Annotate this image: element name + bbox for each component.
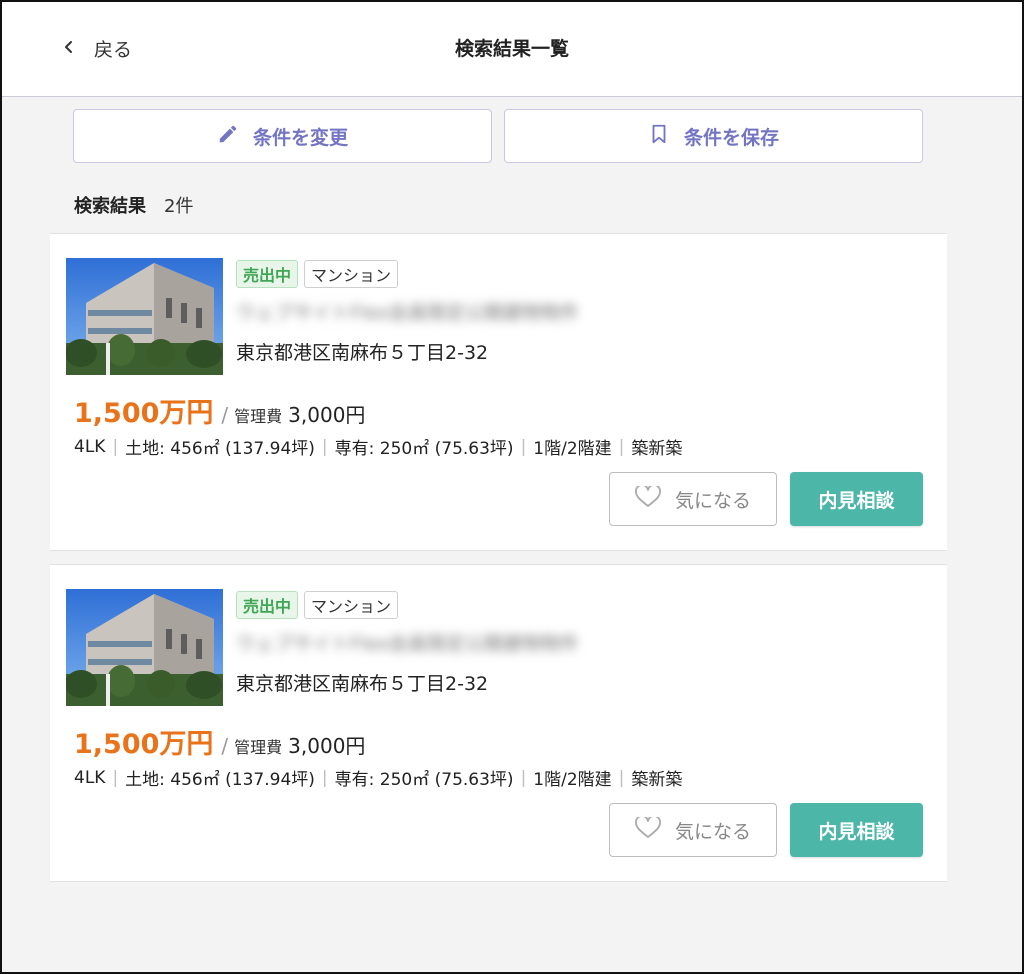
price-divider: /	[221, 734, 229, 758]
save-conditions-label: 条件を保存	[683, 126, 779, 149]
property-name-blurred: ウェブサイトFlex会員限定公開建物物件	[236, 633, 579, 655]
spec-age: 築新築	[631, 439, 683, 459]
spec-divider: |	[520, 436, 527, 457]
result-count: 検索結果 2件	[74, 192, 193, 218]
property-address: 東京都港区南麻布５丁目2-32	[236, 342, 489, 364]
spec-layout: 4LK	[74, 767, 106, 788]
spec-floor-area: 専有: 250㎡ (75.63坪)	[334, 439, 514, 459]
favorite-button[interactable]: 気になる	[609, 803, 777, 857]
price-row: 1,500万円 / 管理費 3,000円	[74, 722, 365, 761]
heart-icon	[635, 814, 661, 844]
change-conditions-label: 条件を変更	[252, 126, 348, 149]
status-badge: 売出中	[236, 260, 299, 288]
spec-floors: 1階/2階建	[533, 439, 612, 459]
spec-divider: |	[112, 436, 119, 457]
spec-layout: 4LK	[74, 436, 106, 457]
management-fee-value: 3,000円	[288, 734, 366, 758]
action-bar: 条件を変更 条件を保存	[73, 109, 923, 163]
spec-floors: 1階/2階建	[533, 770, 612, 790]
badge-group: 売出中 マンション	[236, 260, 399, 288]
bookmark-icon	[648, 123, 670, 150]
favorite-label: 気になる	[674, 489, 751, 512]
header: 戻る 検索結果一覧	[2, 2, 1022, 97]
result-count-value: 2件	[164, 196, 194, 217]
pencil-icon	[217, 123, 239, 150]
property-type-badge: マンション	[304, 591, 399, 619]
spec-floor-area: 専有: 250㎡ (75.63坪)	[334, 770, 514, 790]
spec-land-area: 土地: 456㎡ (137.94坪)	[125, 770, 315, 790]
spec-divider: |	[520, 767, 527, 788]
heart-icon	[635, 483, 661, 513]
property-specs: 4LK | 土地: 456㎡ (137.94坪) | 専有: 250㎡ (75.…	[74, 765, 683, 791]
price-divider: /	[221, 403, 229, 427]
spec-divider: |	[112, 767, 119, 788]
spec-age: 築新築	[631, 770, 683, 790]
property-specs: 4LK | 土地: 456㎡ (137.94坪) | 専有: 250㎡ (75.…	[74, 434, 683, 460]
property-name-blurred: ウェブサイトFlex会員限定公開建物物件	[236, 302, 579, 324]
spec-divider: |	[321, 767, 328, 788]
change-conditions-button[interactable]: 条件を変更	[73, 109, 492, 163]
property-photo[interactable]	[66, 589, 223, 706]
price: 1,500万円	[74, 398, 214, 429]
badge-group: 売出中 マンション	[236, 591, 399, 619]
app-window: 戻る 検索結果一覧 条件を変更 条件を保存 検索結果 2件 売出中 マンション …	[0, 0, 1024, 974]
property-type-badge: マンション	[304, 260, 399, 288]
favorite-label: 気になる	[674, 820, 751, 843]
spec-divider: |	[618, 767, 625, 788]
price-row: 1,500万円 / 管理費 3,000円	[74, 391, 365, 430]
status-badge: 売出中	[236, 591, 299, 619]
listing-card[interactable]: 売出中 マンション ウェブサイトFlex会員限定公開建物物件 東京都港区南麻布５…	[50, 564, 947, 882]
page-title: 検索結果一覧	[454, 38, 569, 60]
property-photo[interactable]	[66, 258, 223, 375]
management-fee-label: 管理費	[234, 407, 283, 426]
property-address: 東京都港区南麻布５丁目2-32	[236, 673, 489, 695]
management-fee-label: 管理費	[234, 738, 283, 757]
management-fee-value: 3,000円	[288, 403, 366, 427]
save-conditions-button[interactable]: 条件を保存	[504, 109, 923, 163]
price: 1,500万円	[74, 729, 214, 760]
viewing-consult-button[interactable]: 内見相談	[790, 803, 923, 857]
spec-divider: |	[321, 436, 328, 457]
viewing-consult-button[interactable]: 内見相談	[790, 472, 923, 526]
result-count-label: 検索結果	[74, 196, 146, 217]
favorite-button[interactable]: 気になる	[609, 472, 777, 526]
spec-land-area: 土地: 456㎡ (137.94坪)	[125, 439, 315, 459]
listing-card[interactable]: 売出中 マンション ウェブサイトFlex会員限定公開建物物件 東京都港区南麻布５…	[50, 233, 947, 551]
spec-divider: |	[618, 436, 625, 457]
